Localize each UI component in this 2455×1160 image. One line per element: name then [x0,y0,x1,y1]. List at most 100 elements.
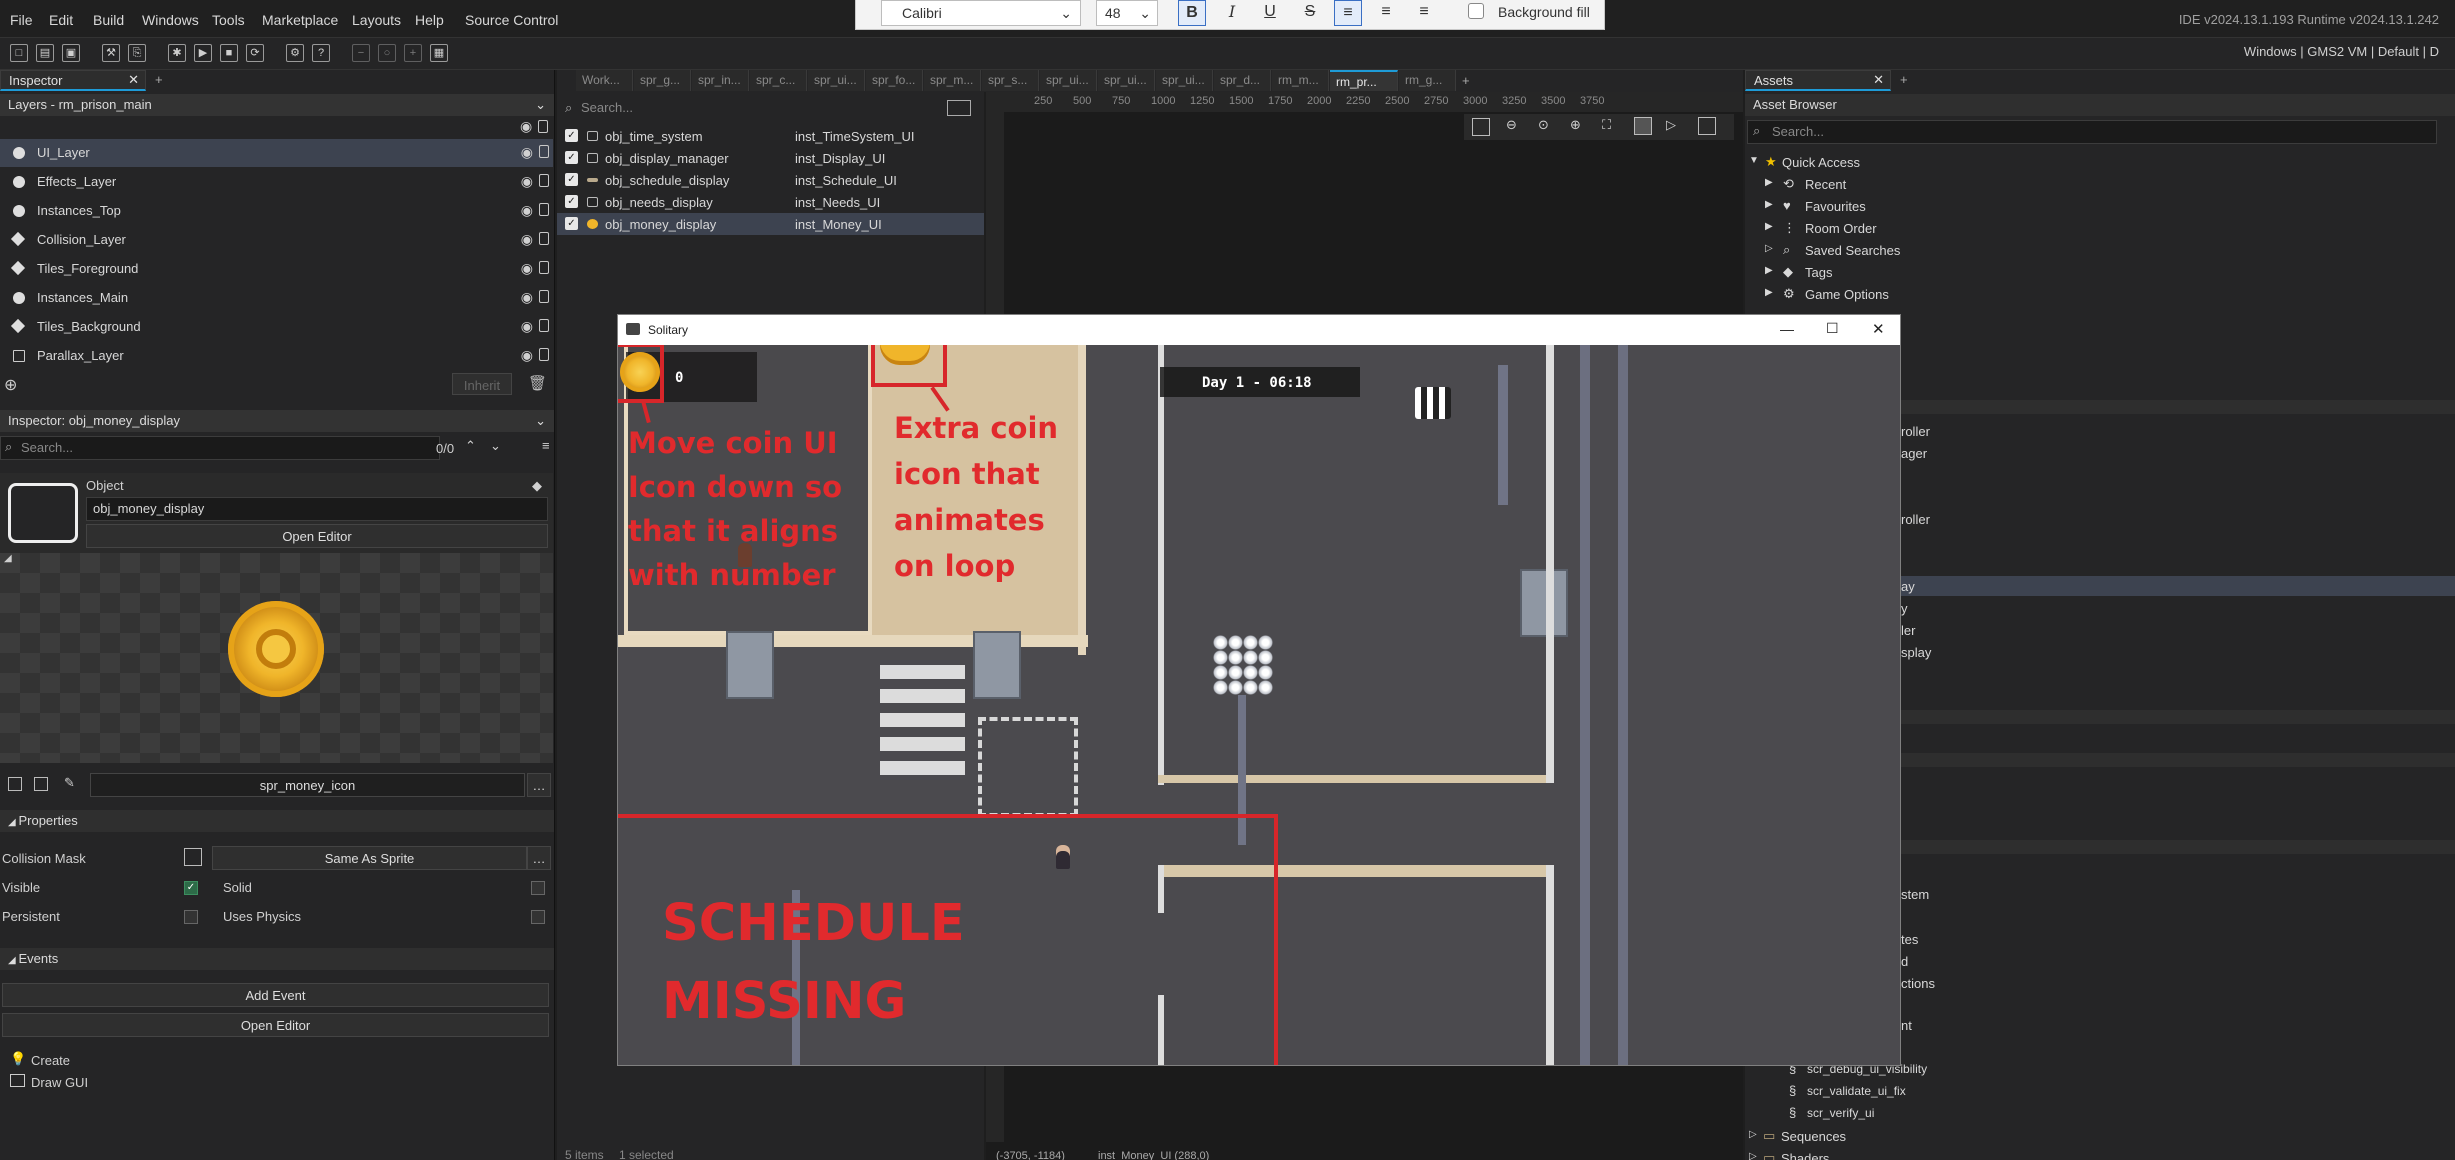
collision-mask-select[interactable]: Same As Sprite [212,846,527,870]
doc-tab[interactable]: spr_ui... [1040,70,1097,91]
script-item[interactable]: scr_validate_ui_fix [1807,1084,1906,1098]
zoom-in-icon[interactable]: + [404,44,422,62]
paint-icon[interactable] [1698,117,1716,135]
bold-button[interactable]: B [1178,0,1206,26]
doc-tab[interactable]: spr_ui... [1098,70,1155,91]
menu-help[interactable]: Help [415,12,444,28]
asset-item[interactable]: ager [1901,446,1927,461]
add-tab-icon[interactable]: + [155,72,163,87]
font-select[interactable]: Calibri ⌄ [881,0,1081,26]
folder-shaders[interactable]: Shaders [1781,1151,1829,1160]
eye-icon[interactable]: ◉ [521,260,533,277]
eye-icon[interactable]: ◉ [521,202,533,219]
doc-tab[interactable]: spr_m... [924,70,981,91]
clean-build-icon[interactable]: ⟳ [246,44,264,62]
asset-item[interactable]: ctions [1901,976,1935,991]
menu-tools[interactable]: Tools [212,12,245,28]
eye-icon[interactable]: ◉ [521,347,533,364]
quick-item-room-order[interactable]: Room Order [1805,221,1877,236]
expand-icon[interactable]: ▶ [1765,177,1773,188]
lock-icon[interactable] [539,203,549,216]
next-match-icon[interactable]: ⌄ [490,438,501,454]
lock-icon[interactable] [539,174,549,187]
delete-layer-icon[interactable]: 🗑 [528,374,547,392]
asset-item[interactable]: roller [1901,512,1930,527]
layer-row[interactable]: Instances_Main ◉ [0,284,553,312]
add-tab-icon[interactable]: + [1900,72,1908,87]
asset-item[interactable]: y [1901,601,1908,616]
align-center-icon[interactable]: ≡ [1372,0,1400,26]
add-event-button[interactable]: Add Event [2,983,549,1007]
debug-icon[interactable]: ✱ [168,44,186,62]
play-room-icon[interactable]: ▷ [1666,117,1676,133]
open-icon[interactable]: ▤ [36,44,54,62]
collapse-icon[interactable]: ▼ [1749,155,1759,166]
minimize-icon[interactable]: — [1780,321,1794,337]
folder-sequences[interactable]: Sequences [1781,1129,1846,1144]
asset-item[interactable]: ay [1901,579,1915,594]
layer-row[interactable]: Parallax_Layer ◉ [0,342,553,370]
asset-item[interactable]: stem [1901,887,1929,902]
zoom-in-icon[interactable]: ⊕ [1570,117,1581,133]
doc-tab[interactable]: spr_ui... [808,70,865,91]
layer-row[interactable]: Instances_Top ◉ [0,197,553,225]
layer-row[interactable]: UI_Layer ◉ [0,139,553,167]
fit-icon[interactable]: ⛶ [1602,117,1611,133]
expand-icon[interactable]: ▶ [1765,265,1773,276]
asset-item[interactable]: splay [1901,645,1931,660]
asset-item[interactable]: d [1901,954,1908,969]
menu-file[interactable]: File [10,12,33,28]
inherit-button[interactable]: Inherit [452,373,512,395]
italic-button[interactable]: I [1218,0,1246,26]
zoom-out-icon[interactable]: ⊖ [1506,117,1517,133]
doc-tab[interactable]: spr_ui... [1156,70,1213,91]
expand-icon[interactable]: ▶ [1765,221,1773,232]
add-tab-icon[interactable]: + [1462,73,1470,88]
instance-checkbox[interactable]: ✓ [565,173,578,186]
lock-icon[interactable] [539,261,549,274]
object-name-field[interactable]: obj_money_display [86,497,548,521]
strikethrough-button[interactable]: S [1296,0,1324,26]
eye-icon[interactable]: ◉ [521,144,533,161]
eye-icon[interactable]: ◉ [521,289,533,306]
menu-windows[interactable]: Windows [142,12,199,28]
stop-icon[interactable]: ■ [220,44,238,62]
instance-checkbox[interactable]: ✓ [565,195,578,208]
asset-item[interactable]: tes [1901,932,1918,947]
event-draw-gui[interactable]: Draw GUI [31,1075,88,1090]
instance-row[interactable]: ✓ obj_time_system inst_TimeSystem_UI [557,125,984,147]
eye-icon[interactable]: ◉ [521,318,533,335]
close-icon[interactable]: ✕ [1872,320,1885,338]
edit-sprite-icon[interactable] [8,777,22,791]
instance-row[interactable]: ✓ obj_money_display inst_Money_UI [557,213,984,235]
doc-tab[interactable]: rm_g... [1399,70,1456,91]
assets-tab[interactable]: Assets ✕ [1745,70,1891,91]
underline-button[interactable]: U [1256,0,1284,26]
events-header[interactable]: ◢ Events [0,948,554,970]
lock-icon[interactable] [538,120,548,133]
background-fill-checkbox[interactable] [1468,3,1484,19]
quick-item-favourites[interactable]: Favourites [1805,199,1866,214]
maximize-icon[interactable]: ☐ [1826,320,1839,337]
prev-match-icon[interactable]: ⌃ [465,438,476,454]
lock-icon[interactable] [539,290,549,303]
instance-checkbox[interactable]: ✓ [565,129,578,142]
instance-row[interactable]: ✓ obj_display_manager inst_Display_UI [557,147,984,169]
doc-tab[interactable]: spr_s... [982,70,1039,91]
instance-checkbox[interactable]: ✓ [565,217,578,230]
close-icon[interactable]: ✕ [128,72,139,88]
align-left-icon[interactable]: ≡ [1334,0,1362,26]
doc-tab[interactable]: spr_fo... [866,70,923,91]
tag-icon[interactable]: ◆ [532,478,542,494]
eye-icon[interactable]: ◉ [520,118,532,135]
doc-tab[interactable]: spr_c... [750,70,807,91]
inspector-tab[interactable]: Inspector ✕ [0,70,146,91]
zoom-reset-icon[interactable]: ○ [378,44,396,62]
play-icon[interactable]: ▶ [194,44,212,62]
expand-icon[interactable]: ◢ [4,553,12,564]
event-create[interactable]: Create [31,1053,70,1068]
grid-toggle-icon[interactable] [1472,118,1490,136]
doc-tab[interactable]: Work... [576,70,633,91]
expand-icon[interactable]: ▶ [1765,287,1773,298]
persistent-checkbox[interactable] [184,910,198,924]
